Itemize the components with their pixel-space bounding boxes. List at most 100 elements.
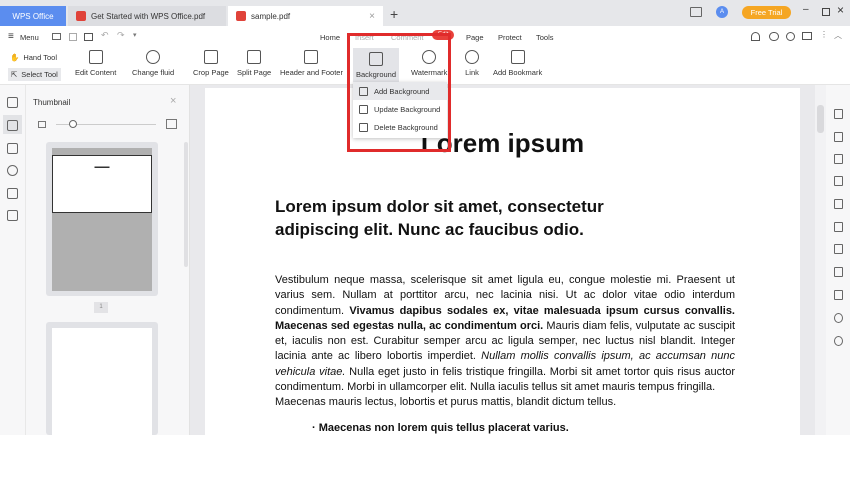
export-icon[interactable] bbox=[834, 154, 843, 164]
more-vert-icon[interactable]: ⋮ bbox=[820, 30, 828, 39]
button-label: Header and Footer bbox=[280, 68, 343, 77]
maximize-icon[interactable] bbox=[822, 8, 830, 16]
bookmark-icon[interactable] bbox=[7, 97, 18, 108]
eraser-icon bbox=[146, 50, 161, 64]
thumbnail-title: Thumbnail bbox=[33, 98, 71, 107]
close-window-icon[interactable]: × bbox=[837, 3, 844, 17]
large-image-icon[interactable] bbox=[166, 119, 177, 129]
small-image-icon[interactable] bbox=[38, 121, 46, 128]
split-page-button[interactable]: Split Page bbox=[237, 50, 271, 77]
pdf-page: Lorem ipsum Lorem ipsum dolor sit amet, … bbox=[205, 88, 800, 435]
change-fluid-button[interactable]: Change fluid bbox=[132, 50, 174, 77]
edit-content-button[interactable]: Edit Content bbox=[75, 50, 116, 77]
select-tool-label: Select Tool bbox=[21, 70, 58, 79]
tab-page[interactable]: Page bbox=[466, 33, 484, 42]
image-edit-icon[interactable] bbox=[834, 176, 843, 186]
new-tab-icon[interactable]: + bbox=[390, 6, 398, 22]
select-tool-button[interactable]: ⇱ Select Tool bbox=[8, 68, 61, 81]
wps-home-label: WPS Office bbox=[12, 11, 54, 21]
redo-icon[interactable]: ↷ bbox=[117, 30, 125, 41]
thumbnail-page-content: ▬▬▬ bbox=[52, 155, 152, 213]
minimize-icon[interactable]: – bbox=[803, 4, 809, 15]
comment-icon[interactable] bbox=[7, 143, 18, 154]
print-icon[interactable] bbox=[834, 267, 843, 277]
save-icon[interactable] bbox=[69, 33, 77, 41]
document-title: Lorem ipsum bbox=[420, 128, 585, 158]
bullet-item: · Maecenas non lorem quis tellus placera… bbox=[312, 422, 569, 434]
help-icon[interactable] bbox=[834, 336, 843, 346]
header-footer-button[interactable]: Header and Footer bbox=[280, 50, 343, 77]
thumbnail-scrollbar[interactable] bbox=[184, 142, 188, 267]
hamburger-icon[interactable]: ≡ bbox=[8, 31, 14, 42]
page-thumbnail-2[interactable] bbox=[46, 322, 158, 435]
close-tab-icon[interactable]: × bbox=[369, 11, 375, 22]
hand-icon: ✋ bbox=[10, 53, 20, 62]
title-bar: WPS Office Get Started with WPS Office.p… bbox=[0, 0, 850, 26]
paragraph-1: Vestibulum neque massa, scelerisque sit … bbox=[275, 274, 735, 394]
zoom-slider-handle[interactable] bbox=[69, 120, 77, 128]
avatar[interactable]: A bbox=[716, 6, 728, 18]
open-icon[interactable] bbox=[52, 33, 61, 40]
tab-label: sample.pdf bbox=[251, 11, 291, 21]
button-label: Add Bookmark bbox=[493, 68, 543, 77]
thumbnail-icon bbox=[7, 120, 18, 131]
close-panel-icon[interactable]: × bbox=[170, 95, 176, 107]
bookmark-icon bbox=[510, 50, 525, 64]
feedback-icon[interactable] bbox=[802, 32, 812, 40]
split-icon bbox=[247, 50, 262, 64]
tab-label: Get Started with WPS Office.pdf bbox=[91, 11, 206, 21]
crop-page-button[interactable]: Crop Page bbox=[193, 50, 229, 77]
link-icon bbox=[465, 50, 479, 64]
hand-tool-button[interactable]: ✋ Hand Tool bbox=[10, 53, 57, 62]
hand-tool-label: Hand Tool bbox=[23, 53, 57, 62]
edit-content-icon bbox=[88, 50, 103, 64]
button-label: Link bbox=[465, 68, 479, 77]
settings-icon[interactable] bbox=[786, 32, 795, 41]
replace-page-icon[interactable] bbox=[7, 210, 18, 221]
tab-sample-pdf[interactable]: sample.pdf × bbox=[228, 6, 383, 26]
button-label: Split Page bbox=[237, 68, 272, 77]
print-icon[interactable] bbox=[84, 33, 93, 41]
document-scrollbar[interactable] bbox=[815, 85, 826, 435]
signature-icon[interactable] bbox=[7, 188, 18, 199]
header-footer-icon bbox=[304, 50, 319, 64]
button-label: Edit Content bbox=[75, 68, 117, 77]
pdf-icon bbox=[236, 11, 246, 21]
tab-tools[interactable]: Tools bbox=[536, 33, 554, 42]
window-icon[interactable] bbox=[690, 7, 702, 17]
crop-icon[interactable] bbox=[834, 199, 843, 209]
collapse-icon[interactable]: ︿ bbox=[834, 30, 842, 41]
tab-protect[interactable]: Protect bbox=[498, 33, 522, 42]
document-heading: Lorem ipsum dolor sit amet, consectetur … bbox=[275, 197, 604, 239]
button-label: Crop Page bbox=[193, 68, 229, 77]
cloud-icon[interactable] bbox=[769, 32, 779, 41]
pdf-convert-icon[interactable] bbox=[834, 109, 843, 119]
free-trial-button[interactable]: Free Trial bbox=[742, 6, 791, 19]
link-button[interactable]: Link bbox=[465, 50, 479, 77]
compare-icon[interactable] bbox=[834, 244, 843, 254]
highlight-box bbox=[347, 33, 451, 152]
wps-home-tab[interactable]: WPS Office bbox=[0, 6, 66, 26]
tab-get-started[interactable]: Get Started with WPS Office.pdf bbox=[68, 6, 226, 26]
more-icon[interactable]: ▾ bbox=[133, 31, 137, 39]
tab-home[interactable]: Home bbox=[320, 33, 340, 42]
attachment-icon[interactable] bbox=[7, 165, 18, 176]
page-view-icon[interactable] bbox=[834, 290, 843, 300]
page-thumbnail-1[interactable]: ▬▬▬ bbox=[46, 142, 158, 296]
left-sidebar bbox=[0, 85, 26, 435]
share-user-icon[interactable] bbox=[751, 32, 760, 41]
crop-icon bbox=[203, 50, 218, 64]
button-label: Change fluid bbox=[132, 68, 175, 77]
scrollbar-thumb[interactable] bbox=[817, 105, 824, 133]
paragraph-2: Maecenas mauris lectus, lobortis et puru… bbox=[275, 396, 617, 408]
ocr-search-icon[interactable] bbox=[834, 313, 843, 323]
sign-icon[interactable] bbox=[834, 222, 843, 232]
add-bookmark-button[interactable]: Add Bookmark bbox=[493, 50, 542, 77]
pdf-icon bbox=[76, 11, 86, 21]
page-number-label: 1 bbox=[94, 302, 108, 313]
menu-button[interactable]: Menu bbox=[20, 33, 39, 42]
thumbnail-panel: Thumbnail × ▬▬▬ 1 bbox=[26, 85, 190, 435]
right-toolbar bbox=[826, 85, 850, 435]
undo-icon[interactable]: ↶ bbox=[101, 30, 109, 41]
edit-icon[interactable] bbox=[834, 132, 843, 142]
